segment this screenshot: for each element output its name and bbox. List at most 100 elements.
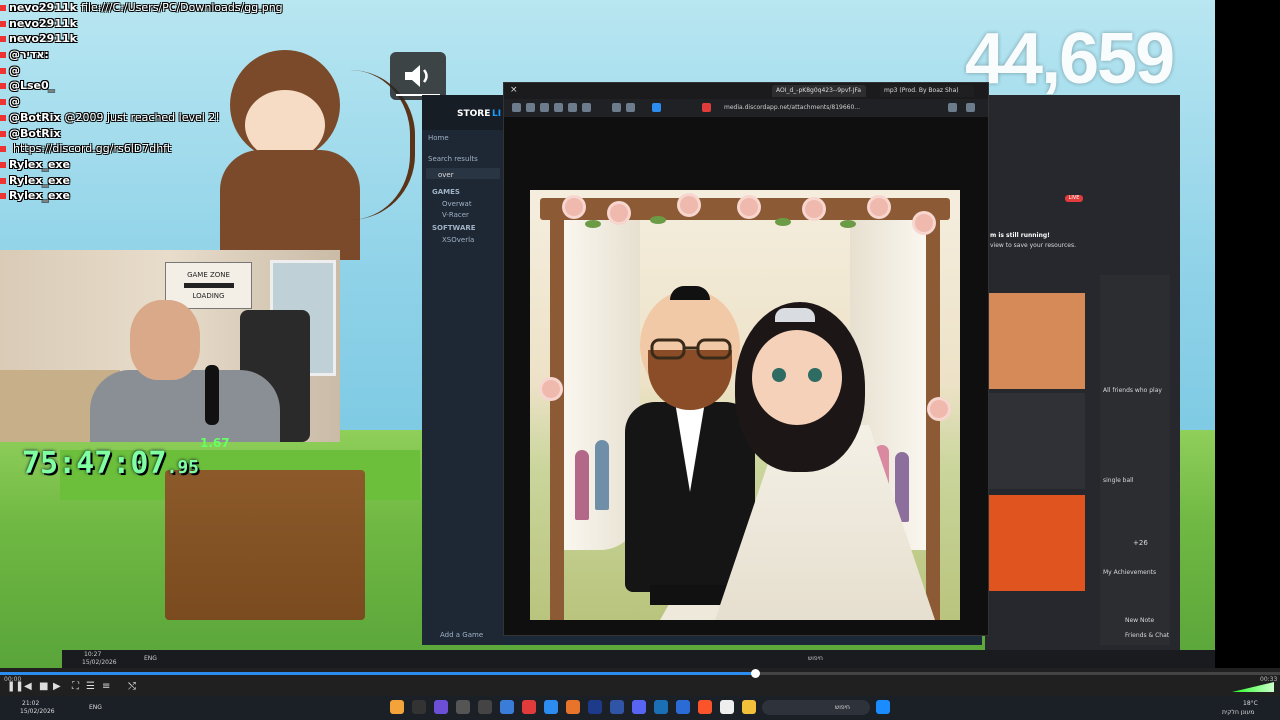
download-icon[interactable]	[582, 103, 591, 112]
layout-icon[interactable]	[554, 103, 563, 112]
profile-card-1[interactable]	[988, 293, 1085, 389]
tb-app-8[interactable]	[544, 700, 558, 714]
steam-store-tab[interactable]: STORE	[457, 109, 490, 119]
tb-app-9[interactable]	[566, 700, 580, 714]
steam-add-game[interactable]: Add a Game	[440, 631, 483, 639]
profile-card-2[interactable]	[988, 393, 1085, 489]
tb-app-4[interactable]	[456, 700, 470, 714]
chat-message: @BotRix	[0, 126, 420, 142]
address-bar[interactable]: media.discordapp.net/attachments/819660.…	[724, 102, 874, 114]
tb-app-10[interactable]	[588, 700, 602, 714]
total-time: 00:33	[1260, 676, 1278, 683]
tb-app-13[interactable]	[654, 700, 668, 714]
leaf	[650, 216, 666, 224]
friends-chat[interactable]: Friends & Chat	[1125, 632, 1169, 639]
leaf	[585, 220, 601, 228]
steam-game-2[interactable]: V-Racer	[442, 211, 469, 219]
tb-app-16[interactable]	[720, 700, 734, 714]
profile-card-3[interactable]	[988, 495, 1085, 591]
chat-username: nevo2911k	[9, 16, 77, 30]
flower	[542, 380, 560, 398]
stop-icon[interactable]: ■	[39, 682, 49, 692]
browser-tab-2[interactable]: mp3 (Prod. By Boaz Sha)	[880, 85, 974, 97]
tb-app-14[interactable]	[676, 700, 690, 714]
windows-start-icon[interactable]	[876, 700, 890, 714]
single-ball-text: single ball	[1103, 477, 1134, 484]
music-icon[interactable]	[568, 103, 577, 112]
chat-message: Rylex_exe	[0, 188, 420, 204]
next-icon[interactable]: ▶	[53, 682, 63, 692]
brave-app-icon[interactable]	[698, 700, 712, 714]
weather-desc: מעונן חלקית	[1222, 709, 1255, 716]
flower	[680, 196, 698, 214]
new-note[interactable]: New Note	[1125, 617, 1154, 624]
chat-text: https://discord.gg/rs6lD7dhft	[13, 142, 172, 156]
user-badge-icon	[0, 114, 6, 121]
microphone	[205, 365, 219, 425]
taskbar-search[interactable]	[762, 700, 870, 715]
tiara	[775, 308, 815, 322]
sign-bar	[183, 283, 234, 288]
tools-icon[interactable]	[612, 103, 621, 112]
tb-app-6[interactable]	[500, 700, 514, 714]
tb-app-2[interactable]	[412, 700, 426, 714]
tb-app-5[interactable]	[478, 700, 492, 714]
browser-tab-1[interactable]: AOI_d_-pK8g0q423--9pvf-JFa	[772, 85, 866, 97]
brave-icon[interactable]	[702, 103, 711, 112]
steam-home[interactable]: Home	[428, 134, 449, 142]
discord-window: LIVE m is still running! view to save yo…	[985, 95, 1180, 650]
seek-bar-fill	[0, 672, 756, 675]
stream-taskbar-date: 15/02/2026	[82, 659, 117, 666]
chat-overlay: nevo2911k file:///C:/Users/PC/Downloads/g…	[0, 0, 420, 250]
user-badge-icon	[0, 67, 6, 74]
back-icon[interactable]	[512, 103, 521, 112]
chat-message: nevo2911k file:///C:/Users/PC/Downloads/g…	[0, 0, 420, 16]
streamer-head	[130, 300, 200, 380]
grid-icon[interactable]	[626, 103, 635, 112]
webcam-feed: GAME ZONE LOADING	[0, 250, 340, 442]
chat-message: Rylex_exe	[0, 173, 420, 189]
tb-app-3[interactable]	[434, 700, 448, 714]
forward-icon[interactable]	[526, 103, 535, 112]
pause-icon[interactable]: ❚❚	[7, 682, 24, 692]
steam-game-1[interactable]: Overwat	[442, 200, 472, 208]
user-badge-icon	[0, 161, 6, 168]
flower	[870, 198, 888, 216]
steam-games-header: GAMES	[432, 188, 460, 196]
settings-icon[interactable]: ☰	[86, 682, 96, 692]
timer-delta: 1.67	[200, 436, 230, 450]
menu-icon[interactable]	[966, 103, 975, 112]
guest	[595, 440, 609, 510]
folder-app-icon[interactable]	[742, 700, 756, 714]
taskbar-search-label: חיפוש	[835, 704, 850, 711]
achievements-link[interactable]: My Achievements	[1103, 569, 1156, 576]
tb-app-1[interactable]	[390, 700, 404, 714]
flower	[915, 214, 933, 232]
dirt-block	[165, 470, 365, 620]
flower	[565, 198, 583, 216]
reload-icon[interactable]	[948, 103, 957, 112]
tb-app-11[interactable]	[610, 700, 624, 714]
taskbar-lang: ENG	[89, 704, 102, 711]
steam-software-1[interactable]: XSOverla	[442, 236, 474, 244]
fullscreen-icon[interactable]: ⛶	[72, 682, 82, 692]
friends-play: All friends who play	[1103, 387, 1162, 394]
extension-icon[interactable]	[652, 103, 661, 112]
chat-username: @BotRix	[9, 110, 61, 124]
edit-icon[interactable]	[540, 103, 549, 112]
user-badge-icon	[0, 52, 6, 59]
shuffle-icon[interactable]: ⤭	[128, 682, 138, 692]
chat-message: nevo2911k	[0, 31, 420, 47]
chat-username: Rylex_exe	[9, 157, 70, 171]
discord-app-icon[interactable]	[632, 700, 646, 714]
flower	[930, 400, 948, 418]
chat-message: nevo2911k	[0, 16, 420, 32]
chuppah-post-left	[550, 210, 564, 620]
plus-count: +26	[1133, 539, 1148, 547]
playlist-icon[interactable]: ≡	[102, 682, 112, 692]
prev-icon[interactable]: ◀	[24, 682, 34, 692]
steam-library-tab[interactable]: LI	[492, 109, 501, 119]
flower	[740, 198, 758, 216]
close-icon[interactable]: ×	[510, 85, 520, 95]
tb-app-7[interactable]	[522, 700, 536, 714]
